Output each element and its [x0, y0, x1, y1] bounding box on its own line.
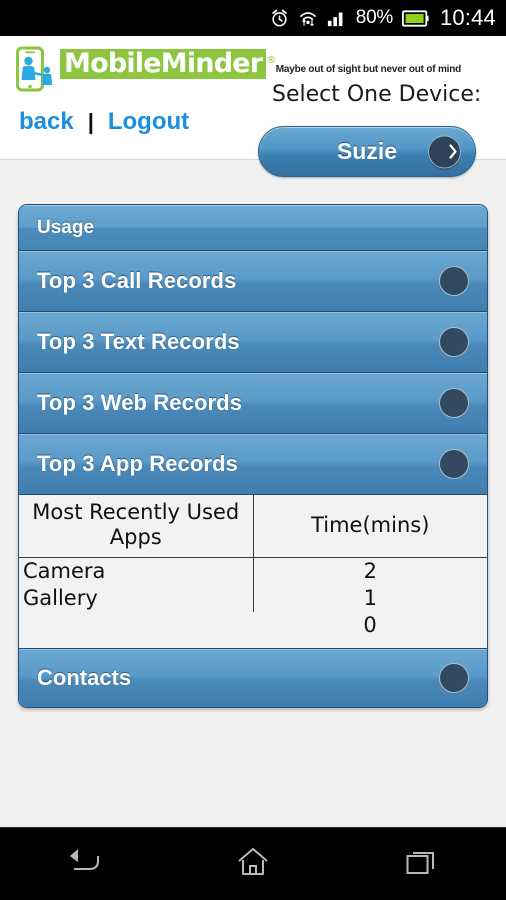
nav-home-button[interactable]	[211, 838, 295, 890]
recent-apps-icon	[406, 848, 438, 881]
brand-word-part1: Mobile	[64, 48, 162, 79]
android-nav-bar	[0, 827, 506, 900]
row-top-3-text-records[interactable]: Top 3 Text Records	[19, 312, 487, 373]
cell-app-name	[19, 612, 253, 639]
back-arrow-icon	[67, 848, 101, 881]
row-label: Top 3 Call Records	[37, 268, 237, 293]
brand-word-part2: Minder	[160, 48, 263, 79]
usage-section-title: Usage	[37, 216, 95, 238]
row-top-3-web-records[interactable]: Top 3 Web Records	[19, 373, 487, 434]
circle-indicator-icon	[439, 449, 469, 479]
main-content: Usage Top 3 Call Records Top 3 Text Reco…	[0, 160, 506, 708]
app-records-table: Most Recently Used Apps Time(mins) Camer…	[19, 495, 487, 639]
nav-recents-button[interactable]	[380, 838, 464, 890]
home-icon	[237, 847, 269, 882]
table-row: Camera 2	[19, 557, 487, 585]
battery-percent-label: 80%	[355, 7, 393, 28]
alarm-icon	[270, 9, 289, 28]
usage-panel: Usage Top 3 Call Records Top 3 Text Reco…	[18, 204, 488, 708]
select-device-label: Select One Device:	[272, 82, 482, 107]
device-name-label: Suzie	[336, 138, 398, 164]
row-top-3-app-records[interactable]: Top 3 App Records	[19, 434, 487, 495]
battery-icon	[401, 9, 429, 27]
logout-link[interactable]: Logout	[108, 108, 189, 136]
cell-app-name: Camera	[19, 557, 254, 585]
status-bar: 80% 10:44	[0, 0, 506, 36]
row-top-3-call-records[interactable]: Top 3 Call Records	[19, 251, 487, 312]
nav-back-button[interactable]	[42, 838, 126, 890]
registered-mark: ®	[266, 55, 276, 66]
brand-wordmark: MobileMinder ®	[60, 48, 276, 79]
signal-icon	[327, 9, 347, 27]
back-link[interactable]: back	[19, 108, 74, 136]
cell-app-time: 0	[363, 613, 377, 637]
row-label: Top 3 Web Records	[37, 390, 243, 415]
app-records-table-wrapper: Most Recently Used Apps Time(mins) Camer…	[19, 495, 487, 649]
mobileminder-logo-icon	[16, 46, 58, 92]
brand-text: MobileMinder ® Maybe out of sight but nev…	[60, 49, 461, 79]
phone-screen: 80% 10:44 MobileMinder ® Maybe out of si…	[0, 0, 506, 900]
circle-indicator-icon	[439, 663, 469, 693]
table-header-row: Most Recently Used Apps Time(mins)	[19, 495, 487, 558]
wifi-icon	[298, 9, 318, 28]
row-label: Top 3 App Records	[37, 451, 238, 476]
status-clock: 10:44	[439, 5, 496, 30]
app-header: MobileMinder ® Maybe out of sight but nev…	[0, 36, 506, 177]
table-row: Gallery 1	[19, 585, 487, 612]
circle-indicator-icon	[439, 388, 469, 418]
circle-indicator-icon	[439, 266, 469, 296]
cell-app-name: Gallery	[19, 585, 254, 612]
device-select-button[interactable]: Suzie	[258, 126, 476, 177]
brand-tagline: Maybe out of sight but never out of mind	[275, 64, 462, 75]
row-label: Contacts	[37, 665, 132, 690]
nav-separator: |	[87, 109, 94, 134]
row-contacts[interactable]: Contacts	[19, 649, 487, 707]
column-header-time: Time(mins)	[253, 495, 487, 558]
circle-indicator-icon	[439, 327, 469, 357]
chevron-right-icon	[428, 135, 461, 168]
row-label: Top 3 Text Records	[37, 329, 240, 354]
table-row: 0	[19, 612, 487, 639]
cell-app-time: 1	[363, 586, 377, 610]
cell-app-time: 2	[363, 559, 377, 583]
usage-section-header: Usage	[19, 205, 487, 251]
header-nav-links: back | Logout	[19, 108, 189, 136]
column-header-apps: Most Recently Used Apps	[19, 495, 254, 558]
